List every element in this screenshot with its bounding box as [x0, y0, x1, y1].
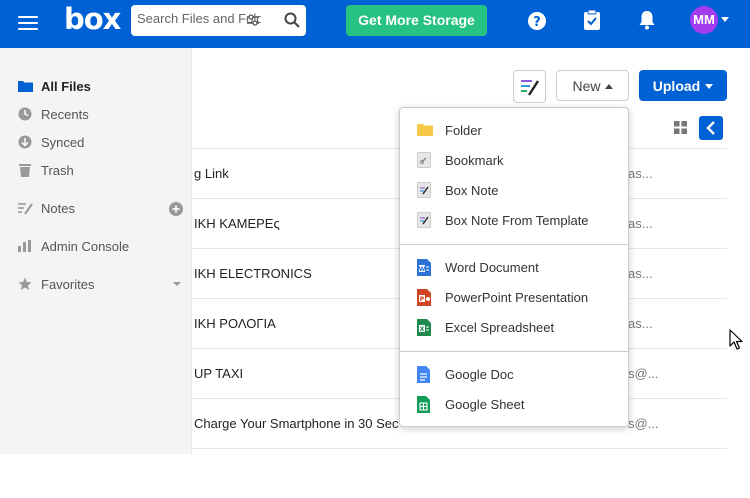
folder-icon	[17, 78, 33, 94]
chevron-left-icon	[706, 121, 715, 135]
new-note-button[interactable]	[513, 70, 546, 103]
sidebar-item-synced[interactable]: Synced	[17, 132, 84, 152]
bar-chart-icon	[17, 238, 33, 254]
trash-icon	[17, 162, 33, 178]
menu-item-word-document[interactable]: W Word Document	[400, 252, 628, 282]
word-icon: W	[417, 259, 431, 276]
box-note-icon	[521, 80, 540, 96]
sidebar: All Files Recents Synced Trash Notes Adm…	[0, 48, 192, 454]
google-sheet-icon	[417, 396, 430, 413]
chevron-down-icon[interactable]	[721, 17, 729, 22]
svg-text:W: W	[419, 266, 426, 273]
new-dropdown-menu: Folder Bookmark Box Note Box Note From T…	[399, 107, 629, 427]
search-box[interactable]	[131, 5, 306, 36]
menu-item-label: Folder	[445, 123, 482, 138]
sidebar-item-label: Trash	[41, 162, 74, 178]
folder-icon	[417, 124, 433, 136]
excel-icon: X	[417, 319, 431, 336]
menu-item-label: PowerPoint Presentation	[445, 290, 589, 305]
svg-text:X: X	[420, 326, 425, 333]
mouse-cursor-icon	[729, 329, 743, 350]
sync-icon	[17, 134, 33, 150]
sidebar-item-label: Admin Console	[41, 238, 130, 254]
file-name[interactable]: ΙΚΗ ΡΟΛΟΓΙΑ	[194, 316, 404, 331]
table-row[interactable]	[192, 448, 727, 498]
menu-item-label: Google Doc	[445, 367, 514, 382]
hamburger-menu-icon[interactable]	[18, 13, 38, 33]
file-name[interactable]: g Link	[194, 166, 404, 181]
menu-item-label: Google Sheet	[445, 397, 525, 412]
menu-item-label: Bookmark	[445, 153, 504, 168]
sidebar-item-all-files[interactable]: All Files	[17, 76, 91, 96]
menu-item-box-note-template[interactable]: Box Note From Template	[400, 205, 628, 235]
new-button[interactable]: New	[556, 70, 629, 101]
new-button-label: New	[572, 77, 601, 94]
chevron-up-icon	[604, 83, 613, 89]
tasks-icon[interactable]	[583, 9, 601, 31]
box-note-icon	[417, 182, 431, 198]
powerpoint-icon: P	[417, 289, 431, 306]
menu-item-box-note[interactable]: Box Note	[400, 175, 628, 205]
file-owner: s@...	[628, 416, 659, 431]
svg-text:P: P	[420, 296, 425, 303]
search-icon[interactable]	[284, 12, 300, 28]
sidebar-item-label: Synced	[41, 134, 85, 150]
chevron-down-icon[interactable]	[173, 282, 181, 286]
sidebar-item-favorites[interactable]: Favorites	[17, 274, 94, 294]
menu-item-excel[interactable]: X Excel Spreadsheet	[400, 312, 628, 342]
clock-icon	[17, 106, 33, 122]
sidebar-item-recents[interactable]: Recents	[17, 104, 89, 124]
svg-text:?: ?	[533, 15, 541, 30]
sidebar-item-label: Favorites	[41, 276, 95, 292]
filter-icon[interactable]	[246, 13, 260, 27]
sidebar-item-notes[interactable]: Notes	[17, 198, 75, 218]
box-note-template-icon	[417, 212, 431, 228]
file-owner: as...	[628, 166, 653, 181]
menu-item-bookmark[interactable]: Bookmark	[400, 145, 628, 175]
menu-item-label: Excel Spreadsheet	[445, 320, 555, 335]
grid-view-icon[interactable]	[674, 121, 687, 134]
file-owner: as...	[628, 266, 653, 281]
bookmark-icon	[417, 152, 431, 168]
menu-item-label: Word Document	[445, 260, 539, 275]
star-icon	[17, 276, 33, 292]
menu-item-folder[interactable]: Folder	[400, 115, 628, 145]
menu-item-google-sheet[interactable]: Google Sheet	[400, 389, 628, 419]
menu-divider	[400, 244, 628, 245]
file-name[interactable]: ΙΚΗ ELECTRONICS	[194, 266, 404, 281]
file-owner: as...	[628, 216, 653, 231]
toggle-sidebar-button[interactable]	[699, 116, 723, 140]
upload-button[interactable]: Upload	[639, 70, 727, 101]
file-owner: s@...	[628, 366, 659, 381]
box-logo[interactable]: box	[64, 2, 121, 36]
chevron-down-icon	[705, 83, 714, 89]
help-icon[interactable]: ?	[527, 11, 547, 31]
file-owner: as...	[628, 316, 653, 331]
notes-icon	[17, 200, 33, 216]
sidebar-item-admin-console[interactable]: Admin Console	[17, 236, 129, 256]
file-name[interactable]: UP TAXI	[194, 366, 404, 381]
search-input[interactable]	[137, 11, 261, 26]
get-more-storage-button[interactable]: Get More Storage	[346, 5, 487, 36]
user-avatar[interactable]: MM	[690, 6, 718, 34]
menu-item-label: Box Note From Template	[445, 213, 589, 228]
menu-item-powerpoint[interactable]: P PowerPoint Presentation	[400, 282, 628, 312]
menu-item-label: Box Note	[445, 183, 499, 198]
sidebar-item-label: Notes	[41, 200, 75, 216]
upload-button-label: Upload	[652, 77, 701, 94]
sidebar-item-trash[interactable]: Trash	[17, 160, 74, 180]
sidebar-item-label: Recents	[41, 106, 89, 122]
google-doc-icon	[417, 366, 430, 383]
sidebar-item-label: All Files	[41, 78, 91, 94]
file-name[interactable]: ΙΚΗ ΚΑΜΕΡΕς	[194, 216, 404, 231]
menu-item-google-doc[interactable]: Google Doc	[400, 359, 628, 389]
top-bar: box Get More Storage ? MM	[0, 0, 750, 48]
menu-divider	[400, 351, 628, 352]
notifications-bell-icon[interactable]	[638, 10, 656, 30]
add-note-icon[interactable]	[169, 202, 183, 216]
